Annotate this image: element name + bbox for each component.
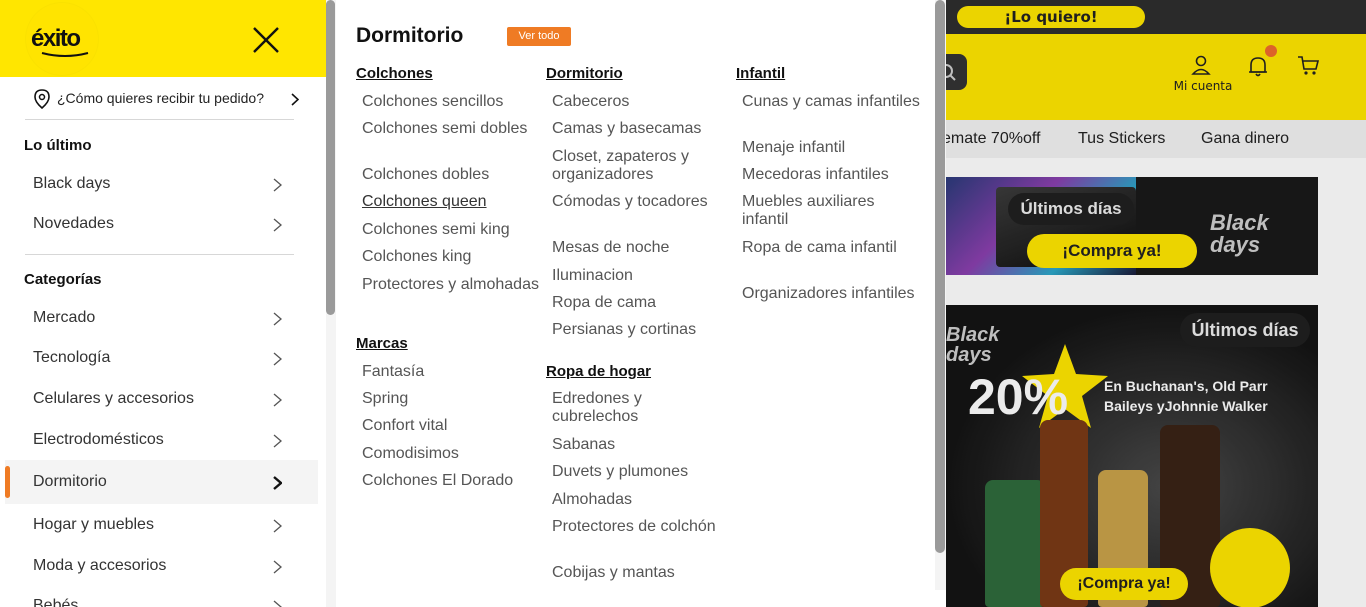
- sub-link[interactable]: Colchones semi king: [362, 221, 540, 239]
- active-indicator: [5, 466, 10, 498]
- sub-link[interactable]: Iluminacion: [552, 267, 730, 285]
- latest-section-title: Lo último: [24, 137, 92, 154]
- sub-link[interactable]: Almohadas: [552, 491, 730, 509]
- sub-link[interactable]: Persianas y cortinas: [552, 321, 730, 339]
- sub-link-hovered[interactable]: Colchones queen: [362, 193, 540, 211]
- divider: [25, 254, 294, 255]
- menu-item-label: Mercado: [33, 309, 96, 326]
- menu-item-bebes[interactable]: Bebés: [5, 586, 318, 607]
- sub-link[interactable]: Protectores de colchón: [552, 518, 730, 536]
- chevron-right-icon: [273, 352, 282, 366]
- menu-item-dormitorio[interactable]: Dormitorio: [5, 460, 318, 504]
- menu-item-label: Black days: [33, 175, 111, 192]
- side-drawer: éxito ¿Cómo quieres recibir tu pedido? L…: [0, 0, 336, 607]
- drawer-scrollbar-thumb[interactable]: [326, 0, 335, 315]
- sub-link[interactable]: Comodisimos: [362, 445, 540, 463]
- chevron-right-icon: [273, 519, 282, 533]
- sub-link[interactable]: Protectores y almohadas: [362, 276, 540, 294]
- submenu-title: Dormitorio: [356, 24, 464, 47]
- menu-item-moda[interactable]: Moda y accesorios: [5, 546, 318, 586]
- menu-item-label: Electrodomésticos: [33, 431, 164, 448]
- menu-item-novedades[interactable]: Novedades: [5, 204, 318, 244]
- close-icon: [253, 27, 279, 53]
- menu-item-label: Hogar y muebles: [33, 516, 154, 533]
- sub-link[interactable]: Camas y basecamas: [552, 120, 730, 138]
- menu-item-label: Tecnología: [33, 349, 111, 366]
- sub-link[interactable]: Confort vital: [362, 417, 540, 435]
- sub-link[interactable]: Colchones semi dobles: [362, 120, 540, 138]
- chevron-right-icon: [273, 434, 282, 448]
- sub-link[interactable]: Spring: [362, 390, 540, 408]
- sub-link[interactable]: Closet, zapateros y organizadores: [552, 148, 730, 184]
- menu-item-tecnologia[interactable]: Tecnología: [5, 338, 318, 378]
- location-pin-icon: [34, 89, 50, 109]
- see-all-button[interactable]: Ver todo: [507, 27, 571, 46]
- menu-item-label: Bebés: [33, 597, 79, 607]
- delivery-selector[interactable]: ¿Cómo quieres recibir tu pedido?: [34, 86, 304, 112]
- divider: [25, 119, 294, 120]
- menu-item-label: Celulares y accesorios: [33, 390, 194, 407]
- menu-item-celulares[interactable]: Celulares y accesorios: [5, 379, 318, 419]
- chevron-right-icon: [273, 560, 282, 574]
- menu-item-black-days[interactable]: Black days: [5, 164, 318, 204]
- panel-scrollbar-thumb[interactable]: [935, 0, 945, 553]
- sub-link[interactable]: Menaje infantil: [742, 139, 920, 157]
- chevron-right-icon: [273, 393, 282, 407]
- sub-link[interactable]: Mecedoras infantiles: [742, 166, 920, 184]
- sub-link[interactable]: Sabanas: [552, 436, 730, 454]
- submenu-panel: Dormitorio Ver todo Colchones Colchones …: [336, 0, 946, 607]
- chevron-right-icon: [273, 218, 282, 232]
- sub-link[interactable]: Edredones y cubrelechos: [552, 390, 730, 426]
- sub-link[interactable]: Mesas de noche: [552, 239, 730, 257]
- chevron-right-icon: [273, 178, 282, 192]
- sub-link[interactable]: Ropa de cama infantil: [742, 239, 920, 257]
- logo-smile-icon: [41, 52, 89, 57]
- menu-item-label: Moda y accesorios: [33, 557, 167, 574]
- sub-link[interactable]: Duvets y plumones: [552, 463, 730, 481]
- menu-item-label: Novedades: [33, 215, 114, 232]
- sub-link[interactable]: Muebles auxiliares infantil: [742, 193, 920, 229]
- group-heading-ropa-hogar[interactable]: Ropa de hogar: [546, 363, 651, 380]
- sub-link[interactable]: Colchones sencillos: [362, 93, 540, 111]
- sub-link[interactable]: Fantasía: [362, 363, 540, 381]
- group-heading-dormitorio[interactable]: Dormitorio: [546, 65, 623, 82]
- categories-section-title: Categorías: [24, 271, 102, 288]
- sub-link[interactable]: Colchones king: [362, 248, 540, 266]
- chevron-right-icon: [291, 93, 299, 106]
- group-heading-infantil[interactable]: Infantil: [736, 65, 785, 82]
- delivery-prompt: ¿Cómo quieres recibir tu pedido?: [57, 90, 264, 106]
- sub-link[interactable]: Organizadores infantiles: [742, 285, 920, 303]
- sub-link[interactable]: Colchones dobles: [362, 166, 540, 184]
- sub-link[interactable]: Cunas y camas infantiles: [742, 93, 920, 111]
- close-menu-button[interactable]: [251, 25, 281, 55]
- menu-item-electrodomesticos[interactable]: Electrodomésticos: [5, 420, 318, 460]
- chevron-right-icon: [273, 312, 282, 326]
- chevron-right-icon: [273, 476, 282, 490]
- menu-item-hogar[interactable]: Hogar y muebles: [5, 505, 318, 545]
- sub-link[interactable]: Cabeceros: [552, 93, 730, 111]
- sub-link[interactable]: Cómodas y tocadores: [552, 193, 730, 211]
- menu-item-label: Dormitorio: [33, 473, 107, 490]
- chevron-right-icon: [273, 600, 282, 607]
- sub-link[interactable]: Cobijas y mantas: [552, 564, 730, 582]
- menu-item-mercado[interactable]: Mercado: [5, 298, 318, 338]
- sub-link[interactable]: Ropa de cama: [552, 294, 730, 312]
- logo-text: éxito: [31, 25, 81, 52]
- group-heading-marcas[interactable]: Marcas: [356, 335, 408, 352]
- sub-link[interactable]: Colchones El Dorado: [362, 472, 540, 490]
- group-heading-colchones[interactable]: Colchones: [356, 65, 433, 82]
